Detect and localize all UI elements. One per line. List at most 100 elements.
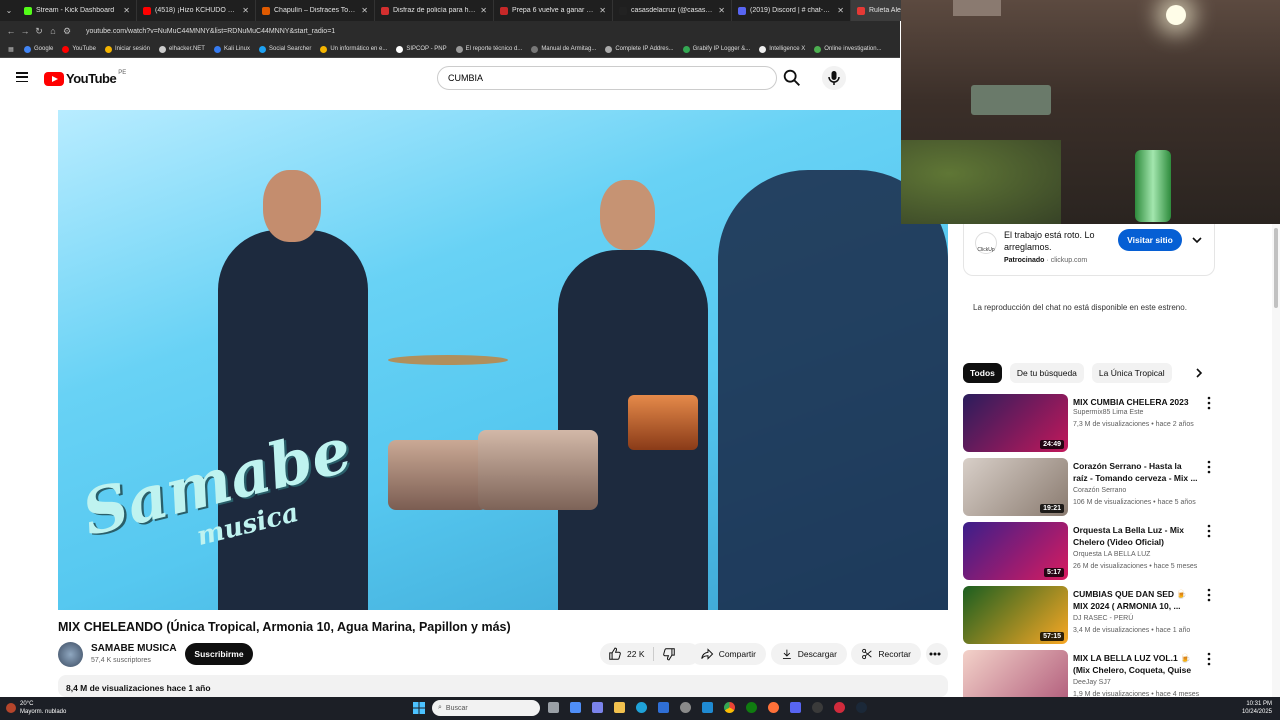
close-tab-icon[interactable]: ✕ (123, 6, 130, 15)
filter-chip[interactable]: Todos (963, 363, 1002, 383)
bookmark-item[interactable]: YouTube (62, 45, 96, 53)
bookmark-item[interactable]: Kali Linux (213, 45, 250, 53)
video-thumbnail[interactable]: 24:49 (963, 394, 1068, 452)
page-scrollbar[interactable] (1272, 224, 1280, 697)
close-tab-icon[interactable]: ✕ (480, 6, 487, 15)
share-button[interactable]: Compartir (690, 643, 766, 665)
recommended-channel[interactable]: Corazón Serrano (1073, 487, 1126, 494)
store-icon[interactable] (658, 702, 669, 713)
close-tab-icon[interactable]: ✕ (718, 6, 725, 15)
browser-tab[interactable]: Chapulín – Disfraces Todo Disfr ✕ (256, 0, 375, 21)
video-thumbnail[interactable]: 19:21 (963, 458, 1068, 516)
url-text[interactable]: youtube.com/watch?v=NuMuC44MNNY&list=RDN… (86, 28, 335, 35)
browser-tab[interactable]: Prepa 6 vuelve a ganar el Intern ✕ (494, 0, 613, 21)
clip-button[interactable]: Recortar (851, 643, 921, 665)
filter-chip[interactable]: De tu búsqueda (1009, 363, 1084, 383)
recommended-channel[interactable]: Supermix85 Lima Este (1073, 409, 1143, 416)
tab-search-chevron-icon[interactable]: ⌄ (0, 6, 18, 15)
recommended-video[interactable]: 19:21 Corazón Serrano - Hasta la raíz - … (963, 458, 1215, 516)
recommended-video[interactable]: MIX LA BELLA LUZ VOL.1 🍺 (Mix Chelero, C… (963, 650, 1215, 697)
bookmark-item[interactable]: Manual de Armitag... (531, 45, 596, 53)
browser-tab[interactable]: (2019) Discord | # chat-gene ✕ (732, 0, 851, 21)
bookmark-item[interactable]: Google (24, 45, 53, 53)
firefox-icon[interactable] (768, 702, 779, 713)
close-tab-icon[interactable]: ✕ (599, 6, 606, 15)
recommended-channel[interactable]: Orquesta LA BELLA LUZ (1073, 551, 1150, 558)
search-box[interactable]: ✕ (437, 66, 1204, 90)
channel-name[interactable]: SAMABE MUSICA (91, 643, 177, 654)
discord-icon[interactable] (790, 702, 801, 713)
search-icon[interactable] (780, 67, 804, 89)
subscribe-button[interactable]: Suscribirme (185, 643, 253, 665)
recommended-channel[interactable]: DeeJay SJ7 (1073, 679, 1111, 686)
more-vert-icon[interactable] (1206, 396, 1212, 410)
close-tab-icon[interactable]: ✕ (837, 6, 844, 15)
recommended-title[interactable]: MIX CUMBIA CHELERA 2023 (1073, 396, 1198, 408)
recommended-video[interactable]: 57:15 CUMBIAS QUE DAN SED 🍺 MIX 2024 ( A… (963, 586, 1215, 644)
youtube-logo[interactable]: YouTube PE (44, 70, 126, 86)
thumbs-down-icon[interactable] (662, 647, 676, 661)
more-vert-icon[interactable] (1206, 588, 1212, 602)
obs-icon[interactable] (812, 702, 823, 713)
bookmark-item[interactable]: Un informático en e... (320, 45, 387, 53)
like-count[interactable]: 22 K (627, 649, 645, 659)
teams-icon[interactable] (592, 702, 603, 713)
visit-site-button[interactable]: Visitar sitio (1118, 229, 1182, 251)
windows-start-icon[interactable] (413, 702, 425, 714)
channel-avatar[interactable] (58, 642, 83, 667)
edge-icon[interactable] (636, 702, 647, 713)
hamburger-menu-icon[interactable] (16, 72, 28, 83)
bookmark-item[interactable]: Online investigation... (814, 45, 882, 53)
video-thumbnail[interactable]: 57:15 (963, 586, 1068, 644)
xbox-icon[interactable] (746, 702, 757, 713)
bookmark-item[interactable]: El reporte técnico d... (455, 45, 522, 53)
bookmark-item[interactable]: Iniciar sesión (104, 45, 150, 53)
search-input[interactable] (448, 73, 738, 83)
recommended-title[interactable]: Orquesta La Bella Luz - Mix Chelero (Vid… (1073, 524, 1198, 548)
recommended-title[interactable]: Corazón Serrano - Hasta la raíz - Tomand… (1073, 460, 1198, 484)
taskbar-search[interactable]: ⌕ Buscar (432, 700, 540, 716)
bookmark-item[interactable]: Social Searcher (258, 45, 311, 53)
voice-search-mic-icon[interactable] (822, 66, 846, 90)
opera-icon[interactable] (834, 702, 845, 713)
home-icon[interactable]: ⌂ (46, 26, 60, 36)
recommended-video[interactable]: 5:17 Orquesta La Bella Luz - Mix Chelero… (963, 522, 1215, 580)
bookmark-item[interactable]: SIPCOP - PNP (396, 45, 447, 53)
more-actions-icon[interactable] (926, 643, 948, 665)
close-tab-icon[interactable]: ✕ (242, 6, 249, 15)
reload-icon[interactable]: ↻ (32, 26, 46, 37)
more-vert-icon[interactable] (1206, 460, 1212, 474)
close-tab-icon[interactable]: ✕ (361, 6, 368, 15)
more-vert-icon[interactable] (1206, 652, 1212, 666)
chevron-right-icon[interactable] (1193, 366, 1205, 380)
copilot-icon[interactable] (570, 702, 581, 713)
browser-tab[interactable]: (4518) ¡Hizo KCHUDO a un ✕ (137, 0, 256, 21)
browser-tab[interactable]: Stream - Kick Dashboard ✕ (18, 0, 137, 21)
video-thumbnail[interactable]: 5:17 (963, 522, 1068, 580)
video-player[interactable]: Samabe musica (58, 110, 948, 610)
chevron-down-icon[interactable] (1190, 234, 1204, 246)
recommended-video[interactable]: 24:49 MIX CUMBIA CHELERA 2023 Supermix85… (963, 394, 1215, 452)
clickup-logo[interactable]: ClickUp (975, 232, 997, 254)
site-info-icon[interactable]: ⚙ (60, 26, 74, 37)
bookmark-item[interactable]: Grabify IP Logger &... (682, 45, 750, 53)
recommended-channel[interactable]: DJ RASEC - PERÚ (1073, 615, 1133, 622)
recommended-title[interactable]: CUMBIAS QUE DAN SED 🍺 MIX 2024 ( ARMONIA… (1073, 588, 1198, 612)
back-arrow-icon[interactable]: ← (4, 26, 18, 36)
more-vert-icon[interactable] (1206, 524, 1212, 538)
bookmark-item[interactable]: elhacker.NET (158, 45, 205, 53)
system-clock[interactable]: 10:31 PM 10/24/2025 (1242, 700, 1272, 716)
task-view-icon[interactable] (548, 702, 559, 713)
forward-arrow-icon[interactable]: → (18, 26, 32, 36)
video-thumbnail[interactable] (963, 650, 1068, 697)
browser-tab[interactable]: Disfraz de policía para hombre ✕ (375, 0, 494, 21)
steam-icon[interactable] (856, 702, 867, 713)
apps-grid-icon[interactable]: ▦ (4, 46, 18, 53)
description-box[interactable]: 8,4 M de visualizaciones hace 1 año (58, 675, 948, 697)
filter-chip[interactable]: La Única Tropical (1091, 363, 1172, 383)
browser-tab[interactable]: casasdelacruz (@casas_el_rey.2 ✕ (613, 0, 732, 21)
thumbs-up-icon[interactable] (608, 647, 622, 661)
bookmark-item[interactable]: Intelligence X (759, 45, 805, 53)
vscode-icon[interactable] (702, 702, 713, 713)
chrome-icon[interactable] (724, 702, 735, 713)
